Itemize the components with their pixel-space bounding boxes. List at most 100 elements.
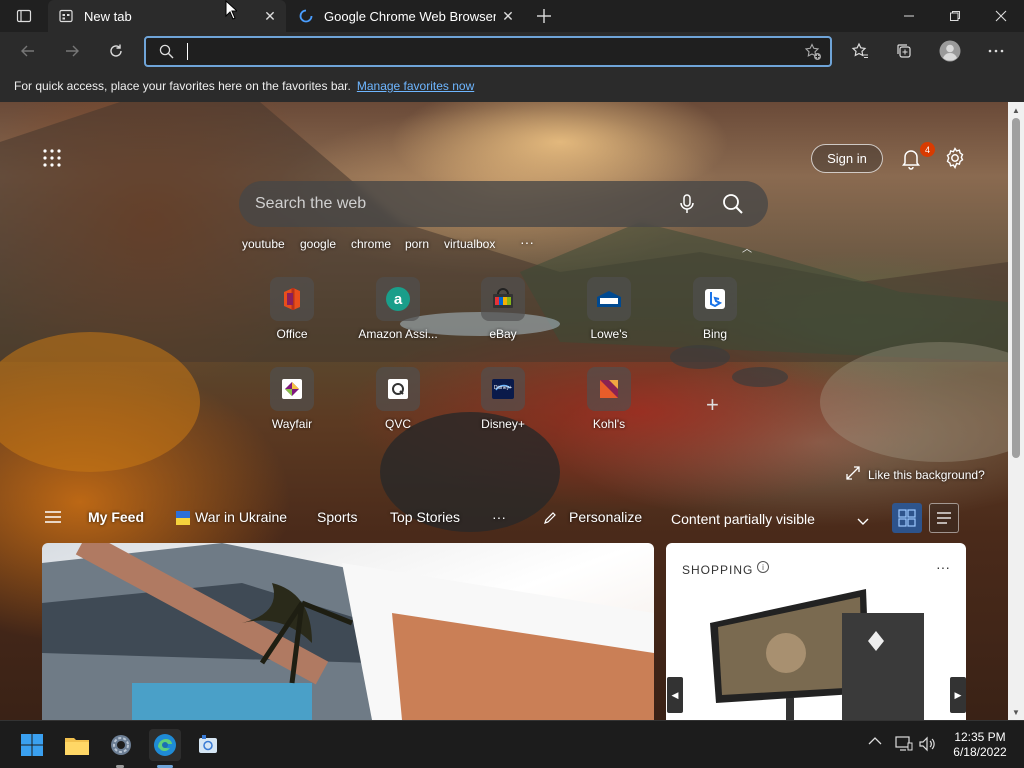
system-clock[interactable]: 12:35 PM 6/18/2022 bbox=[944, 730, 1016, 760]
ebay-icon bbox=[481, 277, 525, 321]
carousel-prev-arrow[interactable]: ◀ bbox=[667, 677, 683, 713]
tile-ebay[interactable]: eBay bbox=[463, 277, 543, 351]
quick-link-virtualbox[interactable]: virtualbox bbox=[444, 237, 495, 251]
card-more-button[interactable]: ··· bbox=[936, 559, 950, 575]
quick-link-youtube[interactable]: youtube bbox=[242, 237, 285, 251]
tile-disney-plus[interactable]: Disney+ Disney+ bbox=[463, 367, 543, 441]
settings-gear-icon[interactable] bbox=[943, 146, 967, 170]
info-icon[interactable]: i bbox=[757, 561, 769, 573]
tile-bing[interactable]: Bing bbox=[675, 277, 755, 351]
quick-link-chrome[interactable]: chrome bbox=[351, 237, 391, 251]
sign-in-button[interactable]: Sign in bbox=[811, 144, 883, 173]
web-search-box[interactable]: Search the web bbox=[239, 181, 768, 227]
tile-office[interactable]: Office bbox=[252, 277, 332, 351]
minimize-button[interactable] bbox=[886, 0, 932, 32]
tile-label: Bing bbox=[702, 327, 728, 341]
tile-label: Amazon Assi... bbox=[358, 327, 438, 341]
tile-amazon-assistant[interactable]: a Amazon Assi... bbox=[358, 277, 438, 351]
bing-icon bbox=[693, 277, 737, 321]
more-menu-icon[interactable] bbox=[980, 35, 1012, 67]
start-windows-icon[interactable] bbox=[16, 729, 48, 761]
tile-label: eBay bbox=[489, 327, 517, 341]
like-background-label: Like this background? bbox=[868, 467, 985, 482]
office-icon bbox=[270, 277, 314, 321]
search-icon[interactable] bbox=[721, 192, 745, 221]
back-button[interactable] bbox=[12, 35, 44, 67]
amazon-icon: a bbox=[376, 277, 420, 321]
grid-layout-button[interactable] bbox=[892, 503, 922, 533]
forward-button[interactable] bbox=[56, 35, 88, 67]
like-background-link[interactable]: Like this background? bbox=[846, 466, 985, 483]
tab-google-chrome[interactable]: Google Chrome Web Browser ✕ bbox=[288, 0, 524, 32]
favorites-bar: For quick access, place your favorites h… bbox=[0, 70, 1024, 102]
collapse-chevron-icon[interactable]: ︿ bbox=[742, 240, 752, 255]
close-window-button[interactable] bbox=[978, 0, 1024, 32]
quick-links-more[interactable]: ··· bbox=[520, 234, 534, 250]
content-visibility-dropdown[interactable]: Content partially visible bbox=[660, 503, 880, 534]
scroll-down-arrow[interactable]: ▼ bbox=[1008, 704, 1024, 720]
carousel-next-arrow[interactable]: ▶ bbox=[950, 677, 966, 713]
tile-kohls[interactable]: Kohl's bbox=[569, 367, 649, 441]
file-explorer-icon[interactable] bbox=[61, 729, 93, 761]
svg-text:Disney+: Disney+ bbox=[494, 385, 512, 391]
tab-actions-icon[interactable] bbox=[8, 0, 40, 32]
restore-button[interactable] bbox=[932, 0, 978, 32]
address-input[interactable] bbox=[186, 42, 766, 62]
address-bar[interactable] bbox=[144, 36, 832, 67]
tab-my-feed[interactable]: My Feed bbox=[88, 509, 144, 525]
new-tab-icon bbox=[58, 8, 74, 24]
hero-image bbox=[42, 543, 654, 720]
feed-more-button[interactable]: ··· bbox=[492, 509, 506, 525]
close-tab-icon[interactable]: ✕ bbox=[496, 4, 520, 28]
feed-card-hero[interactable] bbox=[42, 543, 654, 720]
tile-label: Kohl's bbox=[592, 417, 626, 431]
tab-sports[interactable]: Sports bbox=[317, 509, 357, 525]
favorites-icon[interactable] bbox=[844, 35, 876, 67]
shopping-card[interactable]: SHOPPING i ··· bbox=[666, 543, 966, 720]
collections-icon[interactable] bbox=[888, 35, 920, 67]
notification-badge: 4 bbox=[920, 142, 935, 157]
new-tab-button[interactable] bbox=[528, 0, 560, 32]
show-hidden-icons-chevron[interactable] bbox=[868, 735, 882, 749]
network-icon[interactable] bbox=[895, 736, 913, 755]
list-layout-button[interactable] bbox=[929, 503, 959, 533]
disney-plus-icon: Disney+ bbox=[481, 367, 525, 411]
tab-label: Google Chrome Web Browser bbox=[324, 8, 496, 24]
quick-link-porn[interactable]: porn bbox=[405, 237, 429, 251]
microphone-icon[interactable] bbox=[677, 193, 697, 220]
wayfair-icon bbox=[270, 367, 314, 411]
chevron-down-icon bbox=[857, 513, 869, 529]
scroll-up-arrow[interactable]: ▲ bbox=[1008, 102, 1024, 118]
search-icon bbox=[159, 44, 174, 64]
tab-top-stories[interactable]: Top Stories bbox=[390, 509, 460, 525]
kohls-icon bbox=[587, 367, 631, 411]
lowes-icon bbox=[587, 277, 631, 321]
feed-menu-icon[interactable] bbox=[44, 509, 62, 526]
tile-lowes[interactable]: Lowe's bbox=[569, 277, 649, 351]
tile-label: Disney+ bbox=[481, 417, 525, 431]
close-tab-icon[interactable]: ✕ bbox=[258, 4, 282, 28]
manage-favorites-link[interactable]: Manage favorites now bbox=[357, 79, 474, 93]
add-favorite-icon[interactable] bbox=[804, 43, 822, 66]
add-tile-plus-icon[interactable]: + bbox=[706, 392, 719, 418]
refresh-button[interactable] bbox=[100, 35, 132, 67]
gaming-pc-product-image bbox=[710, 589, 924, 720]
personalize-button[interactable]: Personalize bbox=[569, 509, 642, 525]
app-launcher-icon[interactable] bbox=[42, 148, 62, 168]
settings-app-icon[interactable] bbox=[105, 729, 137, 761]
scrollbar-thumb[interactable] bbox=[1012, 118, 1020, 458]
page-scrollbar[interactable]: ▲ ▼ bbox=[1008, 102, 1024, 720]
expand-arrow-icon bbox=[846, 466, 860, 483]
media-app-icon[interactable] bbox=[192, 729, 224, 761]
edge-browser-icon[interactable] bbox=[149, 729, 181, 761]
title-bar: New tab ✕ Google Chrome Web Browser ✕ bbox=[0, 0, 1024, 32]
tab-new-tab[interactable]: New tab ✕ bbox=[48, 0, 286, 32]
volume-icon[interactable] bbox=[919, 736, 937, 755]
tab-war-in-ukraine[interactable]: War in Ukraine bbox=[195, 509, 287, 525]
mouse-cursor-icon bbox=[225, 0, 237, 20]
tile-wayfair[interactable]: Wayfair bbox=[252, 367, 332, 441]
tile-qvc[interactable]: QVC bbox=[358, 367, 438, 441]
tile-label: Lowe's bbox=[590, 327, 628, 341]
quick-link-google[interactable]: google bbox=[300, 237, 336, 251]
profile-avatar[interactable] bbox=[934, 35, 966, 67]
